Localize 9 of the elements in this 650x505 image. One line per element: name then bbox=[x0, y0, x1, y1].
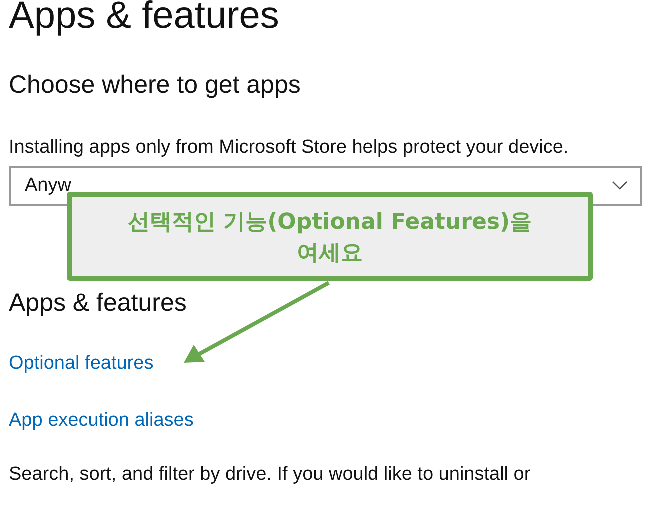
description-text: Installing apps only from Microsoft Store helps protect your device. bbox=[9, 136, 569, 160]
callout-tooltip: 선택적인 기능(Optional Features)을 여세요 bbox=[67, 192, 593, 281]
description-text: Search, sort, and filter by drive. If you would like to uninstall or bbox=[9, 463, 531, 487]
chevron-down-icon bbox=[612, 181, 628, 191]
link[interactable]: App execution aliases bbox=[9, 409, 194, 433]
page-title: Apps & features bbox=[9, 0, 280, 36]
section-heading: Choose where to get apps bbox=[9, 70, 301, 100]
link[interactable]: Optional features bbox=[9, 352, 154, 376]
section-heading: Apps & features bbox=[9, 288, 187, 318]
